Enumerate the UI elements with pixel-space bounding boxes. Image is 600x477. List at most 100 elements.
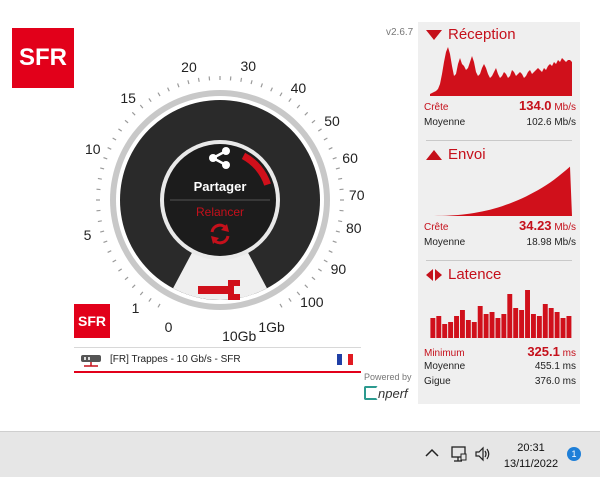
gauge-tick — [118, 268, 123, 272]
latence-jitter-value: 376.0 ms — [534, 376, 576, 387]
reception-title: Réception — [448, 26, 516, 43]
latency-bar — [519, 310, 525, 338]
settings-wrench-button[interactable] — [188, 274, 250, 308]
gauge-tick — [157, 92, 161, 97]
envoi-average-value: 18.98 Mb/s — [526, 237, 576, 248]
latency-bar — [507, 294, 513, 338]
latency-bar — [542, 304, 548, 338]
gauge-tick — [250, 80, 253, 85]
sfr-small-logo-text: SFR — [78, 313, 106, 329]
reception-average-label: Moyenne — [424, 117, 466, 128]
envoi-header: Envoi — [426, 146, 486, 163]
gauge-tick — [288, 98, 292, 103]
gauge-tick — [311, 276, 316, 281]
gauge-tick — [124, 119, 129, 124]
latence-minimum-unit: ms — [562, 348, 576, 359]
gauge-tick — [139, 291, 144, 296]
latency-bar — [477, 306, 483, 338]
gauge-tick — [148, 98, 152, 103]
reception-graph — [430, 47, 572, 96]
gauge-tick — [332, 157, 337, 160]
upload-arrow-icon — [426, 149, 442, 160]
gauge-tick — [131, 111, 136, 116]
nperf-logo[interactable]: nperf — [364, 384, 416, 402]
gauge-tick — [187, 80, 190, 85]
clock-date: 13/11/2022 — [503, 458, 559, 470]
volume-icon[interactable] — [474, 445, 492, 463]
gauge-tick — [311, 119, 316, 124]
latency-bar — [566, 316, 572, 338]
gauge-scale-label: 1Gb — [258, 319, 285, 336]
latency-bar — [513, 308, 519, 338]
gauge-scale-label: 15 — [120, 90, 136, 107]
share-label: Partager — [193, 179, 247, 194]
reception-peak-value: 134.0 — [519, 98, 552, 113]
gauge-scale-label: 5 — [83, 227, 92, 244]
gauge-tick — [338, 177, 343, 180]
gauge-tick — [335, 167, 340, 170]
gauge-tick — [107, 147, 112, 150]
gauge-tick — [139, 104, 144, 109]
latency-bar — [560, 318, 566, 338]
network-icon[interactable] — [450, 445, 468, 463]
france-flag-icon — [337, 354, 353, 365]
restart-label: Relancer — [195, 205, 245, 219]
gauge-scale-label: 40 — [290, 79, 307, 96]
latence-minimum-row: Minimum 325.1 ms — [424, 344, 576, 359]
chevron-up-icon[interactable] — [425, 448, 439, 458]
gauge-scale-label: 30 — [240, 57, 257, 74]
gauge-tick — [296, 104, 301, 109]
gauge-scale-label: 50 — [324, 113, 340, 130]
gauge-scale-label: 1 — [131, 299, 140, 316]
server-name: [FR] Trappes - 10 Gb/s - SFR — [110, 354, 241, 365]
latency-bar — [454, 316, 459, 338]
nperf-logo-text: nperf — [378, 386, 408, 401]
gauge-tick — [148, 297, 152, 302]
restart-button[interactable]: Relancer — [180, 205, 260, 251]
gauge-tick — [118, 128, 123, 132]
gauge-tick — [338, 220, 343, 223]
version-label: v2.6.7 — [386, 27, 414, 38]
notification-badge[interactable]: 1 — [567, 447, 581, 461]
gauge-tick — [328, 147, 333, 150]
latency-bar — [530, 314, 536, 338]
gauge-tick — [270, 87, 273, 92]
latency-bar — [495, 318, 501, 338]
sfr-small-logo: SFR — [74, 304, 110, 338]
gauge-tick — [167, 87, 170, 92]
gauge-tick — [317, 128, 322, 132]
gauge-tick — [279, 303, 283, 308]
gauge-tick — [100, 230, 105, 233]
envoi-peak-value: 34.23 — [519, 218, 552, 233]
latence-average-row: Moyenne 455.1 ms — [424, 361, 576, 372]
gauge-tick — [112, 259, 117, 263]
latence-minimum-value: 325.1 — [527, 344, 560, 359]
envoi-average-row: Moyenne 18.98 Mb/s — [424, 237, 576, 248]
latency-arrows-icon — [426, 268, 442, 281]
latence-title: Latence — [448, 266, 502, 283]
gauge-tick — [124, 276, 129, 281]
divider — [426, 140, 572, 141]
share-button[interactable]: Partager — [180, 146, 260, 194]
gauge-tick — [100, 167, 105, 170]
gauge-tick — [288, 297, 292, 302]
divider — [426, 260, 572, 261]
latence-average-value: 455.1 ms — [534, 361, 576, 372]
latency-bar — [448, 322, 454, 338]
latence-average-label: Moyenne — [424, 361, 466, 372]
reception-header: Réception — [426, 26, 516, 43]
server-icon — [81, 354, 101, 367]
server-selector[interactable]: [FR] Trappes - 10 Gb/s - SFR — [74, 347, 361, 373]
gauge-tick — [323, 259, 328, 263]
reception-peak-label: Crête — [424, 102, 449, 113]
gauge-scale-label: 60 — [342, 149, 358, 166]
latence-section: Latence Minimum 325.1 ms Moyenne 455.1 m… — [418, 262, 580, 404]
latence-header: Latence — [426, 266, 501, 283]
latency-bar — [525, 290, 530, 338]
gauge-tick — [332, 240, 337, 243]
results-panel: Réception Crête 134.0 Mb/s Moyenne 102.6… — [418, 22, 580, 404]
gauge-tick — [335, 230, 340, 233]
gauge-scale-label: 0 — [164, 319, 173, 336]
taskbar-clock[interactable]: 20:31 13/11/2022 — [500, 440, 562, 472]
taskbar: 20:31 13/11/2022 1 — [0, 431, 600, 477]
